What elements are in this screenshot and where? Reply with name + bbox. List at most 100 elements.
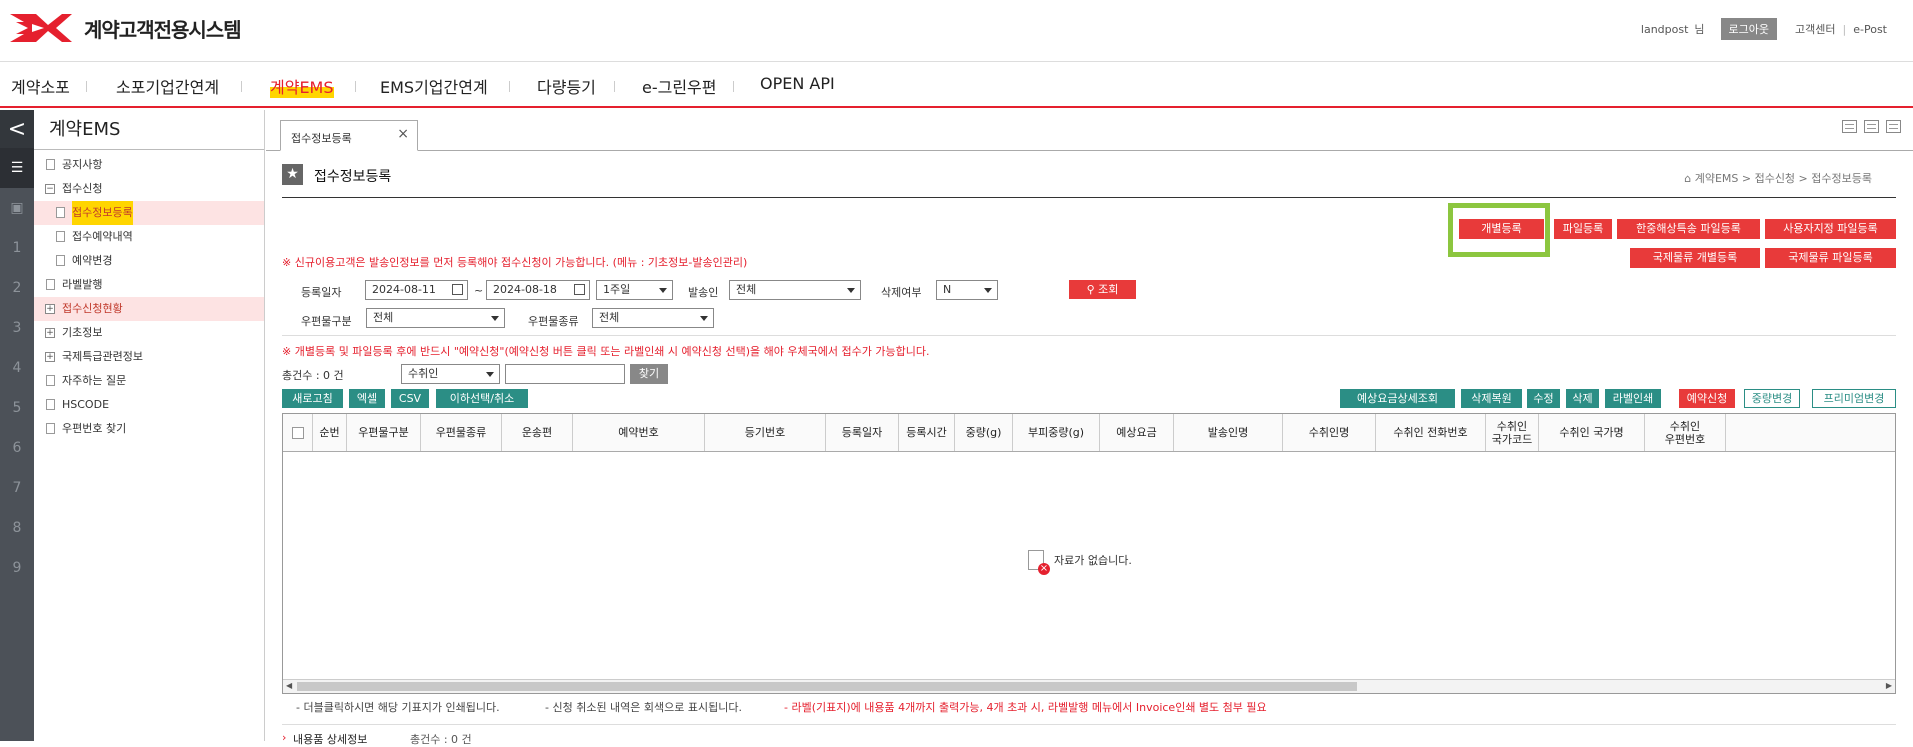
change-premium-button[interactable]: 프리미엄변경: [1812, 389, 1896, 408]
horizontal-scrollbar[interactable]: ◀ ▶: [283, 679, 1895, 693]
col-seq[interactable]: 순번: [313, 414, 347, 451]
calendar-icon[interactable]: [452, 284, 463, 295]
logout-button[interactable]: 로그아웃: [1720, 18, 1778, 40]
col-weight[interactable]: 중량(g): [955, 414, 1013, 451]
select-below-toggle-button[interactable]: 이하선택/취소: [436, 389, 528, 408]
sidebar-item-label-issue[interactable]: 라벨발행: [34, 273, 264, 297]
delete-button[interactable]: 삭제: [1566, 389, 1599, 408]
deleted-select[interactable]: N: [936, 280, 998, 300]
find-field-select[interactable]: 수취인: [401, 364, 500, 384]
scroll-right-icon[interactable]: ▶: [1886, 681, 1892, 690]
nav-parcel-b2b[interactable]: 소포기업간연계: [116, 74, 219, 98]
sidebar-item-zipcode[interactable]: 우편번호 찾기: [34, 417, 264, 441]
shortcut-4-icon[interactable]: 4: [0, 348, 34, 388]
excel-button[interactable]: 엑셀: [349, 389, 385, 408]
favorite-star-icon[interactable]: ★: [282, 164, 303, 185]
col-mail-type[interactable]: 우편물종류: [421, 414, 502, 451]
col-recipient-zipcode[interactable]: 수취인 우편번호: [1645, 414, 1726, 451]
col-volume-weight[interactable]: 부피중량(g): [1013, 414, 1100, 451]
sidebar-item-register-info[interactable]: 접수정보등록: [34, 201, 264, 225]
period-select[interactable]: 1주일: [596, 280, 673, 300]
sidebar-item-reservation-history[interactable]: 접수예약내역: [34, 225, 264, 249]
edit-button[interactable]: 수정: [1527, 389, 1560, 408]
col-registered-no[interactable]: 등기번호: [705, 414, 826, 451]
csv-button[interactable]: CSV: [391, 389, 429, 408]
col-transport[interactable]: 운송편: [502, 414, 573, 451]
mail-class-select[interactable]: 전체: [366, 308, 505, 328]
col-reservation-no[interactable]: 예약번호: [573, 414, 705, 451]
tab-register-info[interactable]: 접수정보등록 ×: [280, 120, 418, 151]
scroll-thumb[interactable]: [297, 682, 1357, 691]
col-sender-name[interactable]: 발송인명: [1174, 414, 1283, 451]
select-all-checkbox[interactable]: [291, 426, 304, 439]
custom-file-register-button[interactable]: 사용자지정 파일등록: [1765, 219, 1896, 239]
item-detail-title[interactable]: 내용품 상세정보: [293, 731, 367, 747]
scroll-left-icon[interactable]: ◀: [286, 681, 292, 690]
sender-select[interactable]: 전체: [729, 280, 861, 300]
sidebar-item-hscode[interactable]: HSCODE: [34, 393, 264, 417]
col-recipient-country-code[interactable]: 수취인 국가코드: [1486, 414, 1539, 451]
shortcut-9-icon[interactable]: 9: [0, 548, 34, 588]
shortcut-6-icon[interactable]: 6: [0, 428, 34, 468]
shortcut-7-icon[interactable]: 7: [0, 468, 34, 508]
reserve-button[interactable]: 예약신청: [1679, 389, 1735, 408]
find-keyword-input[interactable]: [505, 364, 625, 384]
col-recipient-phone[interactable]: 수취인 전화번호: [1376, 414, 1486, 451]
change-weight-button[interactable]: 중량변경: [1744, 389, 1800, 408]
individual-register-button[interactable]: 개별등록: [1459, 219, 1544, 239]
sidebar-item-apply-status[interactable]: + 접수신청현황: [34, 297, 264, 321]
split-view-icon[interactable]: [1864, 120, 1879, 133]
home-icon[interactable]: ⌂: [1684, 172, 1694, 185]
expected-fee-detail-button[interactable]: 예상요금상세조회: [1340, 389, 1455, 408]
shortcut-5-icon[interactable]: 5: [0, 388, 34, 428]
sidebar-item-faq[interactable]: 자주하는 질문: [34, 369, 264, 393]
nav-green-mail[interactable]: e-그린우편: [642, 74, 717, 98]
nav-contract-ems[interactable]: 계약EMS: [270, 74, 334, 98]
file-register-button[interactable]: 파일등록: [1554, 219, 1612, 239]
intl-logistics-file-register-button[interactable]: 국제물류 파일등록: [1765, 248, 1896, 268]
korea-china-sea-file-register-button[interactable]: 한중해상특송 파일등록: [1617, 219, 1760, 239]
intl-logistics-individual-register-button[interactable]: 국제물류 개별등록: [1630, 248, 1760, 268]
col-recipient-name[interactable]: 수취인명: [1283, 414, 1376, 451]
shortcut-3-icon[interactable]: 3: [0, 308, 34, 348]
col-recipient-country-name[interactable]: 수취인 국가명: [1539, 414, 1645, 451]
shortcut-1-icon[interactable]: 1: [0, 228, 34, 268]
date-from-input[interactable]: 2024-08-11: [365, 280, 468, 300]
col-reg-date[interactable]: 등록일자: [826, 414, 899, 451]
expand-arrow-icon[interactable]: ›: [282, 731, 286, 744]
refresh-button[interactable]: 새로고침: [282, 389, 343, 408]
collapse-sidebar-icon[interactable]: <: [0, 110, 34, 148]
single-view-icon[interactable]: [1842, 120, 1857, 133]
collapse-icon[interactable]: −: [45, 184, 55, 194]
grid-view-icon[interactable]: [1886, 120, 1901, 133]
close-icon[interactable]: ×: [397, 126, 409, 142]
date-to-input[interactable]: 2024-08-18: [486, 280, 590, 300]
print-label-button[interactable]: 라벨인쇄: [1605, 389, 1661, 408]
customer-center-link[interactable]: 고객센터: [1795, 21, 1835, 37]
search-button[interactable]: ⚲ 조회: [1069, 280, 1136, 299]
expand-icon[interactable]: +: [45, 328, 55, 338]
sidebar-item-ems-info[interactable]: + 국제특급관련정보: [34, 345, 264, 369]
restore-deleted-button[interactable]: 삭제복원: [1461, 389, 1522, 408]
nav-bulk-registered[interactable]: 다량등기: [537, 74, 596, 98]
mail-type-select[interactable]: 전체: [592, 308, 714, 328]
nav-open-api[interactable]: OPEN API: [760, 74, 835, 93]
expand-icon[interactable]: +: [45, 304, 55, 314]
find-button[interactable]: 찾기: [630, 364, 668, 384]
sidebar-item-notice[interactable]: 공지사항: [34, 153, 264, 177]
col-mail-class[interactable]: 우편물구분: [347, 414, 421, 451]
expand-icon[interactable]: +: [45, 352, 55, 362]
sidebar-item-basic-info[interactable]: + 기초정보: [34, 321, 264, 345]
epost-link[interactable]: e-Post: [1853, 23, 1887, 36]
nav-contract-parcel[interactable]: 계약소포: [11, 74, 70, 98]
list-menu-icon[interactable]: ☰: [0, 148, 34, 188]
logo[interactable]: 계약고객전용시스템: [10, 10, 242, 46]
sidebar-item-apply[interactable]: − 접수신청: [34, 177, 264, 201]
bookmark-icon[interactable]: ▣: [0, 188, 34, 228]
col-reg-time[interactable]: 등록시간: [899, 414, 955, 451]
nav-ems-b2b[interactable]: EMS기업간연계: [380, 74, 488, 98]
sidebar-item-reservation-change[interactable]: 예약변경: [34, 249, 264, 273]
shortcut-8-icon[interactable]: 8: [0, 508, 34, 548]
calendar-icon[interactable]: [574, 284, 585, 295]
shortcut-2-icon[interactable]: 2: [0, 268, 34, 308]
